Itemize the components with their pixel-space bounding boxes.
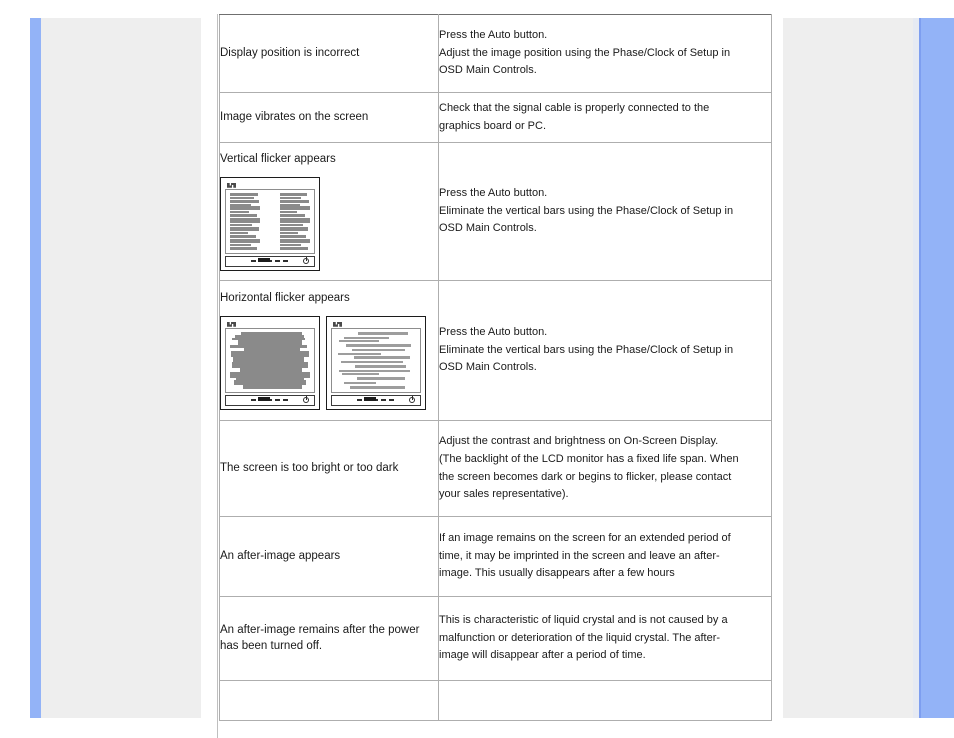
table-row: An after-image remains after the power h… bbox=[219, 596, 772, 681]
solution-line: OSD Main Controls. bbox=[439, 361, 537, 374]
symptom-cell bbox=[219, 680, 439, 721]
right-side-panel bbox=[783, 18, 913, 718]
solution-text: Press the Auto button. Adjust the image … bbox=[439, 27, 771, 80]
monitor-knob bbox=[363, 396, 376, 401]
solution-line: graphics board or PC. bbox=[439, 119, 546, 132]
solution-cell: Press the Auto button. Eliminate the ver… bbox=[438, 142, 772, 281]
solution-line: OSD Main Controls. bbox=[439, 64, 537, 77]
solution-cell bbox=[438, 680, 772, 721]
bar-column-right bbox=[279, 192, 310, 250]
solution-line: This is characteristic of liquid crystal… bbox=[439, 613, 728, 626]
solution-line: Press the Auto button. bbox=[439, 28, 548, 41]
solution-line: image. This usually disappears after a f… bbox=[439, 567, 675, 580]
power-icon bbox=[303, 395, 309, 403]
solution-cell: If an image remains on the screen for an… bbox=[438, 516, 772, 597]
table-row: Vertical flicker appears Press the Auto … bbox=[219, 142, 772, 281]
symptom-text: An after-image appears bbox=[220, 549, 341, 562]
power-icon bbox=[409, 395, 415, 403]
table-row: An after-image appears If an image remai… bbox=[219, 516, 772, 597]
right-accent-bar bbox=[921, 18, 954, 718]
symptom-cell: Image vibrates on the screen bbox=[219, 92, 439, 143]
monitor-base bbox=[331, 394, 421, 406]
monitor-illustration-horizontal-bars-light bbox=[326, 315, 426, 410]
monitor-logo-icon bbox=[331, 321, 421, 328]
solution-text: If an image remains on the screen for an… bbox=[439, 530, 771, 583]
solution-line: malfunction or deterioration of the liqu… bbox=[439, 631, 721, 644]
monitor-base bbox=[225, 255, 315, 267]
solution-line: Adjust the image position using the Phas… bbox=[439, 46, 731, 59]
solution-line: Eliminate the vertical bars using the Ph… bbox=[439, 343, 734, 356]
solution-cell: Press the Auto button. Eliminate the ver… bbox=[438, 280, 772, 421]
power-icon bbox=[303, 256, 309, 264]
solution-line: Adjust the contrast and brightness on On… bbox=[439, 434, 719, 447]
monitor-illustration-horizontal-bars-dark bbox=[220, 315, 320, 410]
solution-line: Check that the signal cable is properly … bbox=[439, 101, 710, 114]
page-root: Display position is incorrect Press the … bbox=[0, 0, 954, 738]
monitor-logo-icon bbox=[225, 182, 315, 189]
table-row bbox=[219, 680, 772, 721]
solution-cell: Press the Auto button. Adjust the image … bbox=[438, 14, 772, 93]
solution-line: Press the Auto button. bbox=[439, 186, 548, 199]
symptom-text: Vertical flicker appears bbox=[220, 153, 336, 166]
solution-text: This is characteristic of liquid crystal… bbox=[439, 612, 771, 665]
symptom-cell: Vertical flicker appears bbox=[219, 142, 439, 281]
solution-text: Press the Auto button. Eliminate the ver… bbox=[439, 324, 771, 377]
table-row: Horizontal flicker appears Press the Aut… bbox=[219, 280, 772, 421]
monitor-screen bbox=[225, 327, 315, 393]
monitor-button-dashes bbox=[250, 259, 290, 262]
monitor-button-dashes bbox=[356, 398, 396, 401]
solution-cell: Check that the signal cable is properly … bbox=[438, 92, 772, 143]
symptom-text: An after-image remains after the power h… bbox=[220, 623, 420, 652]
solution-line: If an image remains on the screen for an… bbox=[439, 531, 731, 544]
symptom-cell: The screen is too bright or too dark bbox=[219, 420, 439, 517]
table-row: The screen is too bright or too dark Adj… bbox=[219, 420, 772, 517]
figure-row bbox=[220, 315, 438, 410]
symptom-cell: An after-image appears bbox=[219, 516, 439, 597]
solution-line: image will disappear after a period of t… bbox=[439, 649, 646, 662]
solution-cell: Adjust the contrast and brightness on On… bbox=[438, 420, 772, 517]
bar-column-left bbox=[230, 192, 261, 250]
solution-line: (The backlight of the LCD monitor has a … bbox=[439, 452, 739, 465]
solution-line: the screen becomes dark or begins to fli… bbox=[439, 470, 732, 483]
symptom-text: The screen is too bright or too dark bbox=[220, 461, 399, 474]
solution-text: Adjust the contrast and brightness on On… bbox=[439, 433, 771, 504]
solution-cell: This is characteristic of liquid crystal… bbox=[438, 596, 772, 681]
symptom-text: Display position is incorrect bbox=[220, 46, 360, 59]
monitor-knob bbox=[257, 257, 270, 262]
figure-row bbox=[220, 176, 438, 271]
symptom-text: Horizontal flicker appears bbox=[220, 292, 350, 305]
solution-line: time, it may be imprinted in the screen … bbox=[439, 549, 720, 562]
table-row: Image vibrates on the screen Check that … bbox=[219, 92, 772, 143]
left-nav-panel bbox=[41, 18, 201, 718]
solution-text: Check that the signal cable is properly … bbox=[439, 100, 771, 136]
solution-line: Press the Auto button. bbox=[439, 325, 548, 338]
solution-line: Eliminate the vertical bars using the Ph… bbox=[439, 204, 734, 217]
monitor-knob bbox=[257, 396, 270, 401]
monitor-base bbox=[225, 394, 315, 406]
monitor-logo-icon bbox=[225, 321, 315, 328]
vertical-bars-pattern bbox=[230, 192, 310, 250]
monitor-screen bbox=[331, 327, 421, 393]
left-accent-bar bbox=[30, 18, 41, 718]
solution-line: your sales representative). bbox=[439, 488, 569, 501]
symptom-text: Image vibrates on the screen bbox=[220, 110, 369, 123]
monitor-button-dashes bbox=[250, 398, 290, 401]
content-column: Display position is incorrect Press the … bbox=[203, 14, 783, 738]
horizontal-bars-pattern bbox=[336, 331, 416, 389]
symptom-cell: Horizontal flicker appears bbox=[219, 280, 439, 421]
table-row: Display position is incorrect Press the … bbox=[219, 14, 772, 93]
troubleshooting-table: Display position is incorrect Press the … bbox=[219, 14, 772, 721]
solution-text: Press the Auto button. Eliminate the ver… bbox=[439, 185, 771, 238]
solution-line: OSD Main Controls. bbox=[439, 222, 537, 235]
content-left-rule bbox=[217, 14, 218, 738]
monitor-screen bbox=[225, 188, 315, 254]
symptom-cell: An after-image remains after the power h… bbox=[219, 596, 439, 681]
monitor-illustration-vertical-bars bbox=[220, 176, 320, 271]
horizontal-bars-pattern bbox=[230, 331, 310, 389]
symptom-cell: Display position is incorrect bbox=[219, 14, 439, 93]
